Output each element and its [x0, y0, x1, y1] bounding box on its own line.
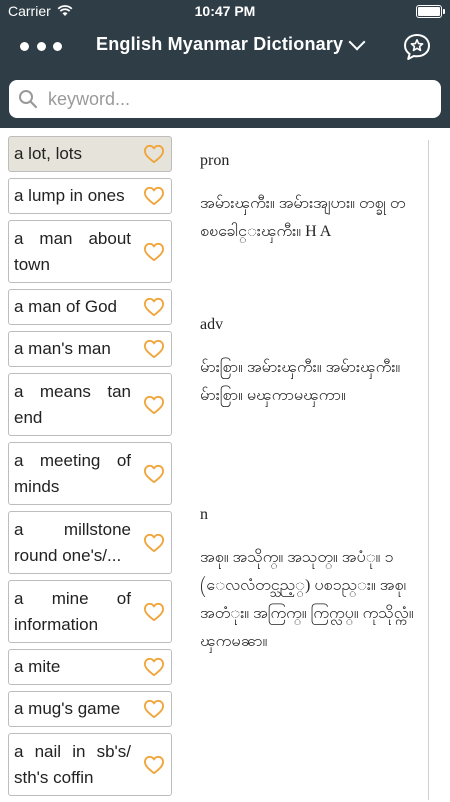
heart-icon[interactable]	[143, 242, 165, 262]
status-bar: Carrier 10:47 PM	[0, 0, 450, 22]
menu-dot	[36, 41, 46, 51]
word-item-a-lump-in-ones[interactable]: a lump in ones	[8, 178, 172, 214]
word-label: a lot, lots	[14, 144, 83, 163]
word-label: a man about town	[14, 228, 131, 274]
word-label: a mite	[14, 657, 61, 676]
menu-dot	[53, 41, 62, 51]
word-label: a nail in sb's/ sth's coffin	[14, 741, 131, 787]
word-label: a mine of information	[14, 588, 131, 634]
definition-block: n အစု။ အသိုက္။ အသုတ္။ အပံု။ ၁ (ေလလံတင္သည…	[200, 506, 422, 656]
definition-text: မ်ားစြာ။ အမ်ားၾကီး။ အမ်ားၾကီး။ မ်ားစြာ။ …	[200, 359, 401, 404]
word-label: a man's man	[14, 339, 111, 358]
status-time: 10:47 PM	[194, 3, 256, 19]
page-title: English Myanmar Dictionary	[96, 34, 344, 54]
heart-icon[interactable]	[143, 297, 165, 317]
word-item-a-man-of-god[interactable]: a man of God	[8, 289, 172, 325]
heart-icon[interactable]	[143, 186, 165, 206]
word-item-a-millstone-round-ones[interactable]: a millstone round one's/...	[8, 511, 172, 574]
word-item-a-nail-in-sbs-coffin[interactable]: a nail in sb's/ sth's coffin	[8, 733, 172, 796]
heart-icon[interactable]	[143, 533, 165, 553]
word-label: a mug's game	[14, 699, 121, 718]
word-item-a-mans-man[interactable]: a man's man	[8, 331, 172, 367]
search-box[interactable]	[9, 80, 441, 118]
word-list: a lot, lots a lump in ones a man about t…	[8, 136, 172, 802]
dictionary-selector[interactable]: English Myanmar Dictionary	[96, 33, 366, 55]
definition-text: အစု။ အသိုက္။ အသုတ္။ အပံု။ ၁ (ေလလံတင္သည့္…	[200, 549, 414, 650]
menu-dot	[20, 41, 29, 51]
heart-icon[interactable]	[143, 755, 165, 775]
chevron-down-icon	[348, 33, 366, 50]
heart-icon[interactable]	[143, 144, 165, 164]
battery-icon	[416, 5, 445, 18]
search-area	[0, 72, 450, 128]
heart-icon[interactable]	[143, 395, 165, 415]
nav-bar: English Myanmar Dictionary	[0, 22, 450, 72]
word-label: a millstone round one's/...	[14, 519, 131, 565]
heart-icon[interactable]	[143, 699, 165, 719]
column-divider	[428, 140, 429, 800]
word-item-a-meeting-of-minds[interactable]: a meeting of minds	[8, 442, 172, 505]
word-label: a means tan end	[14, 381, 131, 427]
word-item-a-means-tan-end[interactable]: a means tan end	[8, 373, 172, 436]
favorites-button[interactable]	[402, 32, 432, 62]
search-icon	[19, 90, 38, 109]
heart-icon[interactable]	[143, 464, 165, 484]
word-item-a-mine-of-information[interactable]: a mine of information	[8, 580, 172, 643]
definition-block: pron အမ်ားၾကီး။ အမ်ားအျပား။ တစ္ခု တစၿခေါ…	[200, 152, 422, 246]
search-input[interactable]	[46, 87, 430, 111]
heart-icon[interactable]	[143, 339, 165, 359]
word-item-a-lot-lots[interactable]: a lot, lots	[8, 136, 172, 172]
word-label: a man of God	[14, 297, 118, 316]
word-label: a lump in ones	[14, 186, 125, 205]
heart-icon[interactable]	[143, 602, 165, 622]
word-item-a-mugs-game[interactable]: a mug's game	[8, 691, 172, 727]
part-of-speech: pron	[200, 152, 230, 169]
definition-text: အမ်ားၾကီး။ အမ်ားအျပား။ တစ္ခု တစၿခေါင္းၾက…	[200, 195, 406, 240]
word-item-a-man-about-town[interactable]: a man about town	[8, 220, 172, 283]
word-label: a meeting of minds	[14, 450, 131, 496]
definition-block: adv မ်ားစြာ။ အမ်ားၾကီး။ အမ်ားၾကီး။ မ်ားစ…	[200, 316, 422, 410]
star-icon	[410, 39, 424, 52]
heart-icon[interactable]	[143, 657, 165, 677]
menu-button[interactable]	[20, 33, 62, 59]
part-of-speech: adv	[200, 316, 224, 333]
part-of-speech: n	[200, 506, 208, 523]
word-item-a-mite[interactable]: a mite	[8, 649, 172, 685]
